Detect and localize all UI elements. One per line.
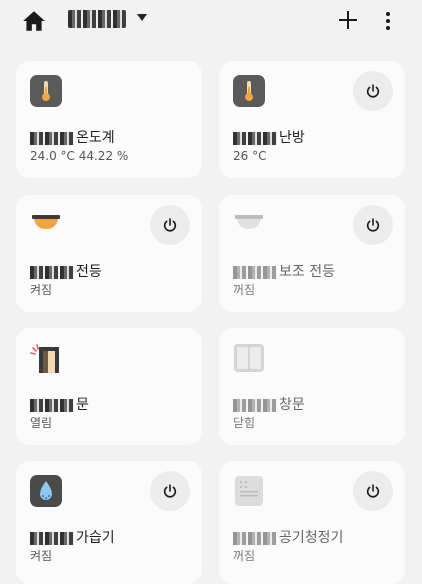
power-icon xyxy=(163,218,177,232)
device-card-light[interactable]: 전등 켜짐 xyxy=(16,195,202,312)
top-bar xyxy=(0,0,422,44)
device-card-humidifier[interactable]: 가습기 켜짐 xyxy=(16,461,202,584)
device-status: 켜짐 xyxy=(30,283,53,297)
door-open-icon xyxy=(30,344,59,373)
home-selector[interactable] xyxy=(68,8,126,30)
device-card-thermometer[interactable]: 온도계 24.0 °C 44.22 % xyxy=(16,61,202,178)
plus-icon[interactable] xyxy=(336,8,360,32)
device-card-door[interactable]: 문 열림 xyxy=(16,328,202,445)
device-name: 가습기 xyxy=(30,529,115,547)
power-button[interactable] xyxy=(150,205,190,245)
home-name-redacted xyxy=(68,10,126,28)
device-card-aux-light[interactable]: 보조 전등 꺼짐 xyxy=(219,195,405,312)
ceiling-light-off-icon xyxy=(235,215,263,229)
device-name: 전등 xyxy=(30,263,102,281)
device-status: 켜짐 xyxy=(30,549,53,563)
thermometer-icon xyxy=(233,75,265,107)
device-name: 공기청정기 xyxy=(233,529,343,547)
device-name: 난방 xyxy=(233,129,305,147)
device-card-window[interactable]: 창문 닫힘 xyxy=(219,328,405,445)
power-button[interactable] xyxy=(353,205,393,245)
device-name: 창문 xyxy=(233,396,305,414)
power-button[interactable] xyxy=(353,71,393,111)
device-card-air-purifier[interactable]: 공기청정기 꺼짐 xyxy=(219,461,405,584)
device-name-redacted xyxy=(233,531,277,545)
power-icon xyxy=(366,84,380,98)
device-status: 꺼짐 xyxy=(233,283,256,297)
device-status: 열림 xyxy=(30,416,53,430)
power-icon xyxy=(366,484,380,498)
device-name: 문 xyxy=(30,396,89,414)
window-closed-icon xyxy=(234,344,264,372)
device-name-redacted xyxy=(30,531,74,545)
device-status: 26 °C xyxy=(233,149,267,163)
chevron-down-icon[interactable] xyxy=(137,14,147,21)
power-button[interactable] xyxy=(353,471,393,511)
power-icon xyxy=(366,218,380,232)
device-name-redacted xyxy=(233,398,277,412)
more-vertical-icon[interactable] xyxy=(380,8,396,34)
device-card-heating[interactable]: 난방 26 °C xyxy=(219,61,405,178)
device-name-redacted xyxy=(233,265,277,279)
device-name-redacted xyxy=(30,131,74,145)
power-icon xyxy=(163,484,177,498)
ceiling-light-on-icon xyxy=(32,215,60,229)
home-icon[interactable] xyxy=(21,8,47,34)
power-button[interactable] xyxy=(150,471,190,511)
device-name-redacted xyxy=(30,398,74,412)
device-name-redacted xyxy=(233,131,277,145)
device-status: 닫힘 xyxy=(233,416,256,430)
device-name-redacted xyxy=(30,265,74,279)
device-name: 온도계 xyxy=(30,129,115,147)
device-status: 24.0 °C 44.22 % xyxy=(30,149,129,163)
device-status: 꺼짐 xyxy=(233,549,256,563)
humidifier-icon xyxy=(30,475,62,507)
thermometer-icon xyxy=(30,75,62,107)
air-purifier-icon xyxy=(235,476,263,506)
device-name: 보조 전등 xyxy=(233,263,335,281)
